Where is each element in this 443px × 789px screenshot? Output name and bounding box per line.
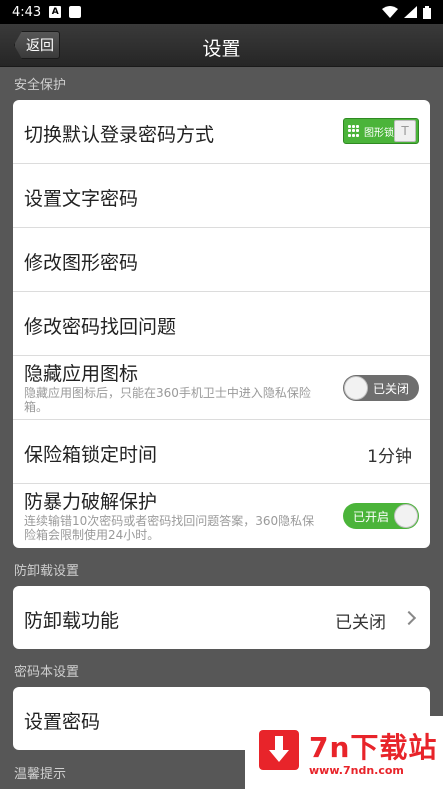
brute-force-toggle[interactable]: 已开启 [343, 503, 419, 529]
section-label-security: 安全保护 [14, 78, 67, 93]
row-anti-uninstall[interactable]: 防卸载功能 已关闭 [13, 586, 430, 649]
uninstall-card: 防卸载功能 已关闭 [13, 586, 430, 649]
row-switch-login-method[interactable]: 切换默认登录密码方式 图形锁 T [13, 100, 430, 164]
notification-a-icon: A [49, 6, 62, 18]
section-label-notebook: 密码本设置 [14, 665, 80, 680]
status-bar: 4:43 A [0, 0, 443, 24]
toggle-knob [344, 376, 368, 400]
row-title: 隐藏应用图标 [24, 363, 139, 385]
row-lock-time[interactable]: 保险箱锁定时间 1分钟 [13, 420, 430, 484]
row-title: 修改图形密码 [24, 252, 139, 274]
watermark-brand: 7n下载站 [309, 731, 438, 764]
section-label-uninstall: 防卸载设置 [14, 564, 80, 579]
section-label-tips: 温馨提示 [14, 767, 67, 782]
wifi-icon [382, 6, 398, 18]
status-time: 4:43 [12, 4, 42, 20]
row-title: 设置密码 [24, 711, 101, 733]
login-method-toggle[interactable]: 图形锁 T [343, 118, 419, 144]
row-title: 切换默认登录密码方式 [24, 124, 215, 146]
signal-icon [404, 6, 417, 18]
download-icon [259, 730, 299, 770]
pattern-grid-icon [348, 125, 360, 137]
anti-uninstall-value: 已关闭 [335, 613, 386, 633]
page-title: 设置 [202, 38, 241, 60]
battery-icon [423, 5, 431, 19]
login-method-label: 图形锁 [364, 127, 394, 139]
row-set-text-password[interactable]: 设置文字密码 [13, 164, 430, 228]
title-bar: 返回 设置 [0, 24, 443, 67]
lock-time-value: 1分钟 [367, 447, 412, 467]
row-change-pattern-password[interactable]: 修改图形密码 [13, 228, 430, 292]
row-title: 修改密码找回问题 [24, 316, 177, 338]
row-hide-app-icon[interactable]: 隐藏应用图标 隐藏应用图标后，只能在360手机卫士中进入隐私保险箱。 已关闭 [13, 356, 430, 420]
watermark-url: www.7ndn.com [309, 764, 404, 777]
row-change-recovery-question[interactable]: 修改密码找回问题 [13, 292, 430, 356]
row-title: 保险箱锁定时间 [24, 444, 158, 466]
security-card: 切换默认登录密码方式 图形锁 T 设置文字密码 修改图形密码 修改密码找回问题 … [13, 100, 430, 548]
row-title: 防卸载功能 [24, 610, 120, 632]
row-title: 防暴力破解保护 [24, 491, 158, 513]
row-title: 设置文字密码 [24, 188, 139, 210]
chevron-right-icon [401, 610, 417, 626]
row-subtitle: 隐藏应用图标后，只能在360手机卫士中进入隐私保险箱。 [24, 386, 311, 414]
watermark-logo: 7n下载站 www.7ndn.com [245, 716, 443, 789]
notification-square-icon [69, 6, 82, 18]
row-subtitle: 连续输错10次密码或者密码找回问题答案，360隐私保险箱会限制使用24小时。 [24, 514, 315, 542]
toggle-label: 已开启 [353, 509, 390, 524]
toggle-knob [394, 504, 418, 528]
toggle-label: 已关闭 [372, 381, 409, 396]
row-brute-force-protection[interactable]: 防暴力破解保护 连续输错10次密码或者密码找回问题答案，360隐私保险箱会限制使… [13, 484, 430, 548]
text-mode-icon: T [394, 120, 416, 142]
hide-icon-toggle[interactable]: 已关闭 [343, 375, 419, 401]
